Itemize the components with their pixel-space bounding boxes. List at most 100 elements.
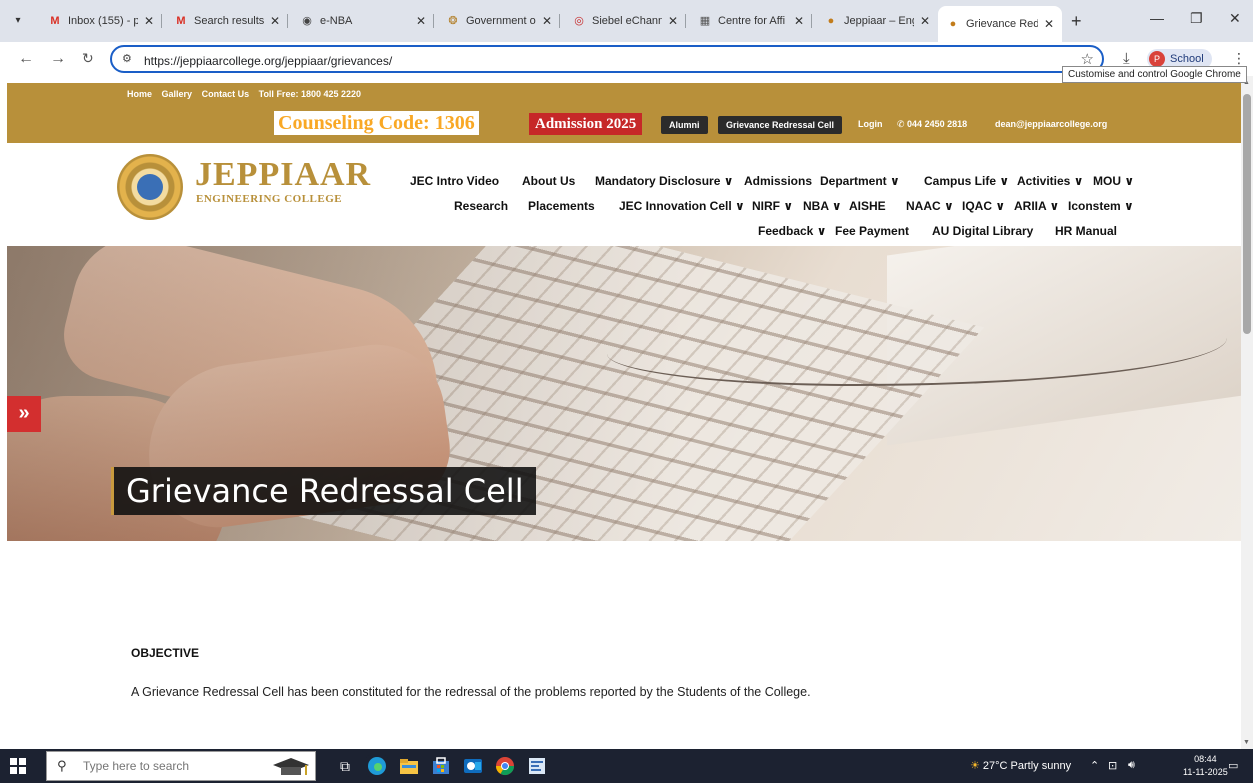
nav-au-digital-library[interactable]: AU Digital Library: [932, 224, 1033, 238]
page-scrollbar[interactable]: ▲ ▼: [1241, 76, 1253, 749]
system-clock[interactable]: 08:44 11-11-2025: [1183, 753, 1228, 779]
phone-icon: ✆: [897, 119, 908, 129]
nav-ariia[interactable]: ARIIA ∨: [1014, 199, 1059, 213]
avatar: P: [1149, 51, 1165, 67]
email-link[interactable]: dean@jeppiaarcollege.org: [995, 119, 1107, 129]
close-icon[interactable]: ✕: [542, 14, 552, 28]
nav-about-us[interactable]: About Us: [522, 174, 575, 188]
reload-icon[interactable]: ↻: [82, 50, 94, 67]
url-input[interactable]: [144, 53, 1044, 69]
task-view-icon[interactable]: ⧉: [334, 755, 356, 777]
college-emblem-logo[interactable]: [117, 154, 183, 220]
nav-hr-manual[interactable]: HR Manual: [1055, 224, 1117, 238]
close-icon[interactable]: ✕: [270, 14, 280, 28]
tab-e-nba[interactable]: ◉ e-NBA ✕: [292, 6, 434, 36]
tab-title: Grievance Red: [966, 18, 1038, 30]
back-arrow-icon[interactable]: ←: [18, 50, 34, 68]
windows-start-icon[interactable]: [10, 758, 26, 774]
top-link-gallery[interactable]: Gallery: [162, 89, 193, 99]
clock-date: 11-11-2025: [1183, 767, 1228, 777]
nav-research[interactable]: Research: [454, 199, 508, 213]
side-panel-toggle-icon[interactable]: »: [7, 396, 41, 432]
phone-number: 044 2450 2818: [907, 119, 968, 129]
nav-campus-life[interactable]: Campus Life ∨: [924, 174, 1009, 188]
tab-search-chevron-icon[interactable]: ▾: [8, 11, 28, 31]
tab-title: Siebel eChann: [592, 15, 662, 27]
nav-aishe[interactable]: AISHE: [849, 199, 886, 213]
chrome-menu-icon[interactable]: ⋮: [1232, 50, 1246, 67]
show-hidden-icons-icon[interactable]: ⌃: [1090, 759, 1099, 772]
alumni-button[interactable]: Alumni: [661, 116, 708, 134]
nav-naac[interactable]: NAAC ∨: [906, 199, 954, 213]
tab-inbox[interactable]: M Inbox (155) - p ✕: [40, 6, 162, 36]
store-icon[interactable]: [430, 755, 452, 777]
close-icon[interactable]: ✕: [920, 14, 930, 28]
weather-widget[interactable]: ☀ 27°C Partly sunny: [970, 759, 1071, 772]
site-settings-icon[interactable]: ⚙: [122, 52, 132, 65]
admission-link[interactable]: Admission 2025: [529, 113, 643, 135]
weather-text: 27°C Partly sunny: [982, 760, 1072, 772]
notification-icon[interactable]: ▭: [1228, 759, 1238, 772]
nav-mou[interactable]: MOU ∨: [1093, 174, 1134, 188]
network-icon[interactable]: ⊡: [1108, 759, 1117, 772]
nav-fee-payment[interactable]: Fee Payment: [835, 224, 909, 238]
scroll-thumb[interactable]: [1243, 94, 1251, 334]
nav-placements[interactable]: Placements: [528, 199, 595, 213]
tab-government[interactable]: ❂ Government o ✕: [438, 6, 560, 36]
login-link[interactable]: Login: [858, 119, 883, 129]
control-panel-icon[interactable]: [526, 755, 548, 777]
nav-feedback[interactable]: Feedback ∨: [758, 224, 826, 238]
logo-subtitle: ENGINEERING COLLEGE: [196, 193, 343, 205]
tab-title: Centre for Affi: [718, 15, 786, 27]
outlook-icon[interactable]: [462, 755, 484, 777]
taskbar-search-box[interactable]: ⚲: [46, 751, 316, 781]
nav-iconstem[interactable]: Iconstem ∨: [1068, 199, 1134, 213]
nav-admissions[interactable]: Admissions: [744, 174, 812, 188]
objective-heading: OBJECTIVE: [131, 646, 200, 660]
logo-name[interactable]: JEPPIAAR: [195, 156, 371, 194]
nav-nba[interactable]: NBA ∨: [803, 199, 842, 213]
tab-title: Search results: [194, 15, 264, 27]
close-icon[interactable]: ✕: [416, 14, 426, 28]
toll-free-number: Toll Free: 1800 425 2220: [258, 89, 362, 99]
nav-jec-innovation-cell[interactable]: JEC Innovation Cell ∨: [619, 199, 745, 213]
file-explorer-icon[interactable]: [398, 755, 420, 777]
chrome-icon[interactable]: [494, 755, 516, 777]
close-icon[interactable]: ✕: [144, 14, 154, 28]
restore-icon[interactable]: ❐: [1190, 10, 1203, 27]
page-viewport: Home Gallery Contact Us Toll Free: 1800 …: [0, 76, 1241, 749]
phone-contact[interactable]: ✆ 044 2450 2818: [897, 119, 967, 130]
gmail-icon: M: [176, 15, 186, 27]
tab-jeppiaar[interactable]: ● Jeppiaar – Eng ✕: [816, 6, 938, 36]
nav-department[interactable]: Department ∨: [820, 174, 900, 188]
edge-browser-icon[interactable]: [366, 755, 388, 777]
nav-activities[interactable]: Activities ∨: [1017, 174, 1083, 188]
tab-siebel[interactable]: ◎ Siebel eChann ✕: [564, 6, 686, 36]
top-link-contact[interactable]: Contact Us: [202, 89, 250, 99]
taskbar-search-input[interactable]: [83, 759, 243, 773]
top-links: Home Gallery Contact Us Toll Free: 1800 …: [127, 89, 368, 99]
close-icon[interactable]: ✕: [794, 14, 804, 28]
tab-grievance-active[interactable]: ● Grievance Red ✕: [938, 6, 1062, 42]
nav-jec-intro-video[interactable]: JEC Intro Video: [410, 174, 499, 188]
nav-nirf[interactable]: NIRF ∨: [752, 199, 793, 213]
scroll-down-icon[interactable]: ▼: [1243, 739, 1250, 746]
close-window-icon[interactable]: ✕: [1229, 10, 1241, 27]
minimize-icon[interactable]: —: [1150, 10, 1164, 26]
top-link-home[interactable]: Home: [127, 89, 152, 99]
new-tab-plus-icon[interactable]: +: [1071, 11, 1082, 32]
windows-taskbar: ⚲ ⧉ ☀ 27°C Partly sunny ⌃ ⊡ 🔊︎ 08:44 11-…: [0, 749, 1253, 783]
grievance-cell-button[interactable]: Grievance Redressal Cell: [718, 116, 843, 134]
tab-title: Inbox (155) - p: [68, 15, 138, 27]
tab-centre-for-affiliation[interactable]: ▦ Centre for Affi ✕: [690, 6, 812, 36]
download-icon[interactable]: ⤓: [1123, 50, 1130, 67]
address-bar[interactable]: ⚙ ☆: [110, 45, 1104, 73]
close-icon[interactable]: ✕: [668, 14, 678, 28]
college-icon: ●: [827, 15, 835, 27]
forward-arrow-icon[interactable]: →: [50, 50, 66, 68]
nav-mandatory-disclosure[interactable]: Mandatory Disclosure ∨: [595, 174, 733, 188]
nav-iqac[interactable]: IQAC ∨: [962, 199, 1005, 213]
close-icon[interactable]: ✕: [1044, 17, 1054, 31]
volume-icon[interactable]: 🔊︎: [1128, 759, 1135, 772]
tab-search-results[interactable]: M Search results ✕: [166, 6, 288, 36]
